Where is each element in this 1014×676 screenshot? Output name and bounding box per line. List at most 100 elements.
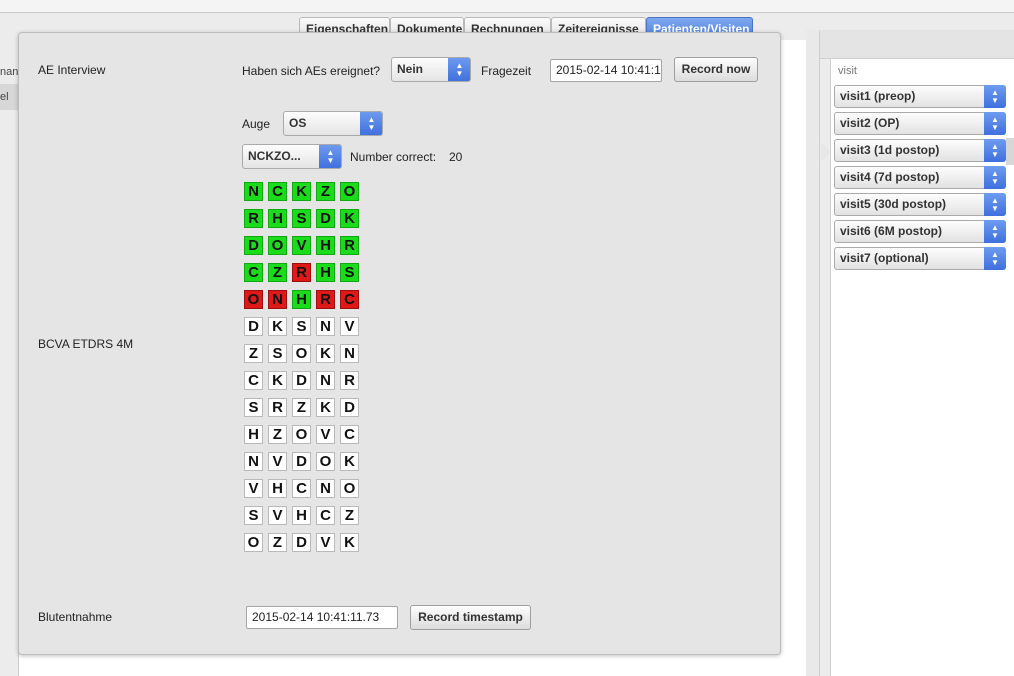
etdrs-letter-cell[interactable]: H — [268, 479, 287, 498]
etdrs-letter-cell[interactable]: S — [292, 209, 311, 228]
etdrs-letter-cell[interactable]: H — [244, 425, 263, 444]
etdrs-letter-cell[interactable]: C — [292, 479, 311, 498]
visit-select-4[interactable]: visit4 (7d postop) ▲ ▼ — [834, 166, 1006, 189]
etdrs-letter-cell[interactable]: N — [268, 290, 287, 309]
updown-chevron-icon: ▲ ▼ — [984, 85, 1006, 108]
eye-select[interactable]: OS ▲ ▼ — [283, 111, 383, 136]
visit-select-label: visit4 (7d postop) — [840, 170, 940, 184]
etdrs-letter-cell[interactable]: N — [340, 344, 359, 363]
etdrs-letter-cell[interactable]: N — [244, 452, 263, 471]
visit-select-7[interactable]: visit7 (optional) ▲ ▼ — [834, 247, 1006, 270]
etdrs-letter-cell[interactable]: S — [244, 398, 263, 417]
etdrs-letter-cell[interactable]: V — [292, 236, 311, 255]
etdrs-letter-cell[interactable]: Z — [268, 425, 287, 444]
etdrs-letter-cell[interactable]: R — [292, 263, 311, 282]
etdrs-letter-cell[interactable]: H — [292, 290, 311, 309]
etdrs-letter-cell[interactable]: V — [268, 452, 287, 471]
etdrs-row: RHSDK — [244, 209, 364, 230]
etdrs-letter-cell[interactable]: S — [268, 344, 287, 363]
etdrs-row: OZDVK — [244, 533, 364, 554]
etdrs-letter-cell[interactable]: Z — [292, 398, 311, 417]
etdrs-letter-cell[interactable]: V — [244, 479, 263, 498]
blutentnahme-timestamp-input[interactable]: 2015-02-14 10:41:11.73 — [246, 606, 398, 629]
etdrs-letter-cell[interactable]: V — [316, 533, 335, 552]
etdrs-letter-cell[interactable]: K — [316, 344, 335, 363]
left-list-row[interactable]: el — [0, 84, 18, 110]
visit-select-1[interactable]: visit1 (preop) ▲ ▼ — [834, 85, 1006, 108]
etdrs-letter-cell[interactable]: H — [268, 209, 287, 228]
left-list-header: nan — [0, 66, 18, 78]
etdrs-letter-cell[interactable]: K — [340, 452, 359, 471]
etdrs-letter-cell[interactable]: O — [244, 533, 263, 552]
visit-select-2[interactable]: visit2 (OP) ▲ ▼ — [834, 112, 1006, 135]
record-timestamp-button[interactable]: Record timestamp — [410, 605, 531, 630]
etdrs-letter-cell[interactable]: Z — [268, 533, 287, 552]
splitter[interactable] — [806, 30, 820, 676]
etdrs-letter-cell[interactable]: K — [316, 398, 335, 417]
etdrs-letter-cell[interactable]: N — [316, 479, 335, 498]
etdrs-letter-cell[interactable]: N — [244, 182, 263, 201]
updown-chevron-icon: ▲ ▼ — [984, 247, 1006, 270]
etdrs-chart-select[interactable]: NCKZO... ▲ ▼ — [242, 144, 342, 169]
etdrs-letter-cell[interactable]: O — [292, 425, 311, 444]
etdrs-letter-cell[interactable]: C — [340, 425, 359, 444]
etdrs-letter-cell[interactable]: Z — [340, 506, 359, 525]
etdrs-letter-cell[interactable]: R — [244, 209, 263, 228]
etdrs-letter-cell[interactable]: C — [244, 371, 263, 390]
etdrs-chart-select-value: NCKZO... — [248, 149, 301, 163]
etdrs-letter-cell[interactable]: K — [268, 371, 287, 390]
etdrs-row: CKDNR — [244, 371, 364, 392]
etdrs-letter-cell[interactable]: N — [316, 371, 335, 390]
etdrs-letter-cell[interactable]: D — [292, 371, 311, 390]
etdrs-row: HZOVC — [244, 425, 364, 446]
etdrs-letter-cell[interactable]: D — [340, 398, 359, 417]
etdrs-letter-cell[interactable]: V — [268, 506, 287, 525]
etdrs-letter-cell[interactable]: K — [292, 182, 311, 201]
record-now-button[interactable]: Record now — [674, 57, 758, 82]
etdrs-letter-cell[interactable]: D — [316, 209, 335, 228]
etdrs-letter-cell[interactable]: C — [316, 506, 335, 525]
ae-answer-select[interactable]: Nein ▲ ▼ — [391, 57, 471, 82]
etdrs-letter-cell[interactable]: D — [292, 533, 311, 552]
etdrs-letter-cell[interactable]: O — [340, 479, 359, 498]
etdrs-letter-cell[interactable]: R — [340, 371, 359, 390]
visit-select-6[interactable]: visit6 (6M postop) ▲ ▼ — [834, 220, 1006, 243]
visit-select-5[interactable]: visit5 (30d postop) ▲ ▼ — [834, 193, 1006, 216]
etdrs-letter-cell[interactable]: H — [316, 236, 335, 255]
etdrs-letter-cell[interactable]: H — [316, 263, 335, 282]
etdrs-letter-cell[interactable]: C — [340, 290, 359, 309]
etdrs-letter-cell[interactable]: H — [292, 506, 311, 525]
etdrs-letter-cell[interactable]: O — [292, 344, 311, 363]
etdrs-letter-cell[interactable]: S — [244, 506, 263, 525]
etdrs-letter-cell[interactable]: D — [292, 452, 311, 471]
etdrs-letter-cell[interactable]: S — [292, 317, 311, 336]
etdrs-row: CZRHS — [244, 263, 364, 284]
etdrs-letter-cell[interactable]: K — [340, 209, 359, 228]
etdrs-letter-cell[interactable]: Z — [316, 182, 335, 201]
visit-select-label: visit7 (optional) — [840, 251, 929, 265]
fragezeit-input[interactable]: 2015-02-14 10:41:1 — [550, 59, 662, 82]
etdrs-letter-cell[interactable]: C — [268, 182, 287, 201]
top-toolbar — [0, 0, 1014, 13]
blutentnahme-label: Blutentnahme — [38, 610, 113, 624]
eye-select-value: OS — [289, 116, 307, 130]
etdrs-letter-cell[interactable]: D — [244, 317, 263, 336]
etdrs-letter-cell[interactable]: N — [316, 317, 335, 336]
etdrs-letter-cell[interactable]: R — [268, 398, 287, 417]
etdrs-letter-cell[interactable]: C — [244, 263, 263, 282]
visit-select-3[interactable]: visit3 (1d postop) ▲ ▼ — [834, 139, 1006, 162]
etdrs-letter-cell[interactable]: S — [340, 263, 359, 282]
etdrs-letter-cell[interactable]: R — [316, 290, 335, 309]
etdrs-letter-cell[interactable]: D — [244, 236, 263, 255]
etdrs-letter-cell[interactable]: V — [316, 425, 335, 444]
etdrs-letter-cell[interactable]: O — [316, 452, 335, 471]
etdrs-letter-cell[interactable]: K — [268, 317, 287, 336]
etdrs-letter-cell[interactable]: O — [340, 182, 359, 201]
etdrs-letter-cell[interactable]: O — [244, 290, 263, 309]
etdrs-letter-cell[interactable]: K — [340, 533, 359, 552]
etdrs-letter-cell[interactable]: O — [268, 236, 287, 255]
etdrs-letter-cell[interactable]: Z — [244, 344, 263, 363]
etdrs-letter-cell[interactable]: V — [340, 317, 359, 336]
etdrs-letter-cell[interactable]: Z — [268, 263, 287, 282]
etdrs-letter-cell[interactable]: R — [340, 236, 359, 255]
